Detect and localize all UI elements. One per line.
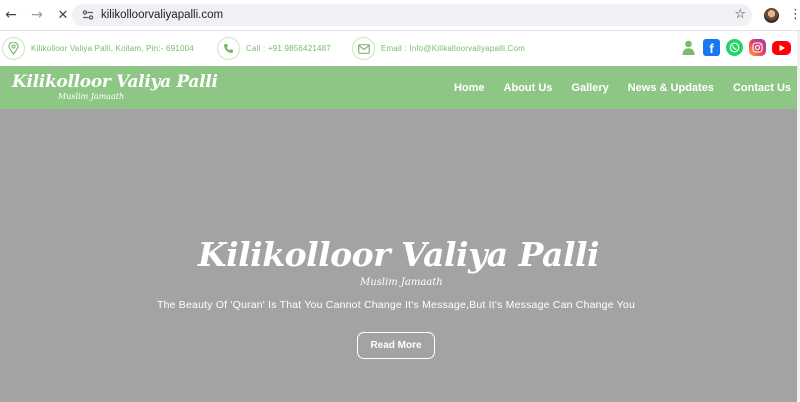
hero-banner: Kilikolloor Valiya Palli Muslim Jamaath … xyxy=(0,109,797,402)
email-text[interactable]: Email : Info@Kilikalloorvaliyapalli.Com xyxy=(381,44,525,53)
nav-contact-us[interactable]: Contact Us xyxy=(733,82,791,94)
kebab-menu-icon[interactable]: ⋮ xyxy=(789,7,800,23)
forward-button[interactable]: → xyxy=(26,4,48,26)
address-info: Kilikolloor Valiya Palli, Kollam, Pin:- … xyxy=(2,37,194,60)
whatsapp-icon[interactable] xyxy=(726,39,743,56)
arrow-right-icon: → xyxy=(31,7,43,23)
location-pin-icon xyxy=(2,37,25,60)
logo-subtitle: Muslim Jamaath xyxy=(58,92,125,101)
address-text: Kilikolloor Valiya Palli, Kollam, Pin:- … xyxy=(31,44,194,53)
mail-icon xyxy=(352,37,375,60)
youtube-icon[interactable] xyxy=(772,40,791,55)
facebook-icon[interactable]: f xyxy=(703,39,720,56)
site-info-icon[interactable] xyxy=(81,8,95,22)
nav-home[interactable]: Home xyxy=(454,82,485,94)
site-header: Kilikolloor Valiya Palli Muslim Jamaath … xyxy=(0,66,797,109)
stop-button[interactable]: ✕ xyxy=(52,4,74,26)
nav-news-updates[interactable]: News & Updates xyxy=(628,82,714,94)
contact-bar: Kilikolloor Valiya Palli, Kollam, Pin:- … xyxy=(0,31,800,66)
star-icon[interactable]: ☆ xyxy=(734,7,746,22)
logo-name: Kilikolloor Valiya Palli xyxy=(12,72,218,92)
social-links: f xyxy=(680,39,797,56)
site-logo[interactable]: Kilikolloor Valiya Palli Muslim Jamaath xyxy=(12,72,218,102)
email-info[interactable]: Email : Info@Kilikalloorvaliyapalli.Com xyxy=(352,37,525,60)
close-icon: ✕ xyxy=(57,7,69,23)
url-text[interactable]: kilikolloorvaliyapalli.com xyxy=(101,9,223,21)
hero-subtitle: Muslim Jamaath xyxy=(360,277,443,288)
read-more-button[interactable]: Read More xyxy=(357,332,435,359)
phone-icon xyxy=(217,37,240,60)
arrow-left-icon: ← xyxy=(5,7,17,23)
nav-gallery[interactable]: Gallery xyxy=(571,82,608,94)
hero-tagline: The Beauty Of 'Quran' Is That You Cannot… xyxy=(156,299,635,311)
user-icon[interactable] xyxy=(680,39,697,56)
nav-about-us[interactable]: About Us xyxy=(504,82,553,94)
profile-avatar[interactable] xyxy=(764,8,779,23)
phone-info[interactable]: Call : +91 9856421487 xyxy=(217,37,331,60)
phone-text[interactable]: Call : +91 9856421487 xyxy=(246,44,331,53)
instagram-icon[interactable] xyxy=(749,39,766,56)
browser-toolbar: ← → ✕ kilikolloorvaliyapalli.com ☆ ⋮ xyxy=(0,0,800,31)
hero-title: Kilikolloor Valiya Palli xyxy=(197,235,600,274)
main-nav: Home About Us Gallery News & Updates Con… xyxy=(435,66,791,109)
back-button[interactable]: ← xyxy=(0,4,22,26)
address-bar[interactable]: kilikolloorvaliyapalli.com ☆ xyxy=(72,4,752,26)
